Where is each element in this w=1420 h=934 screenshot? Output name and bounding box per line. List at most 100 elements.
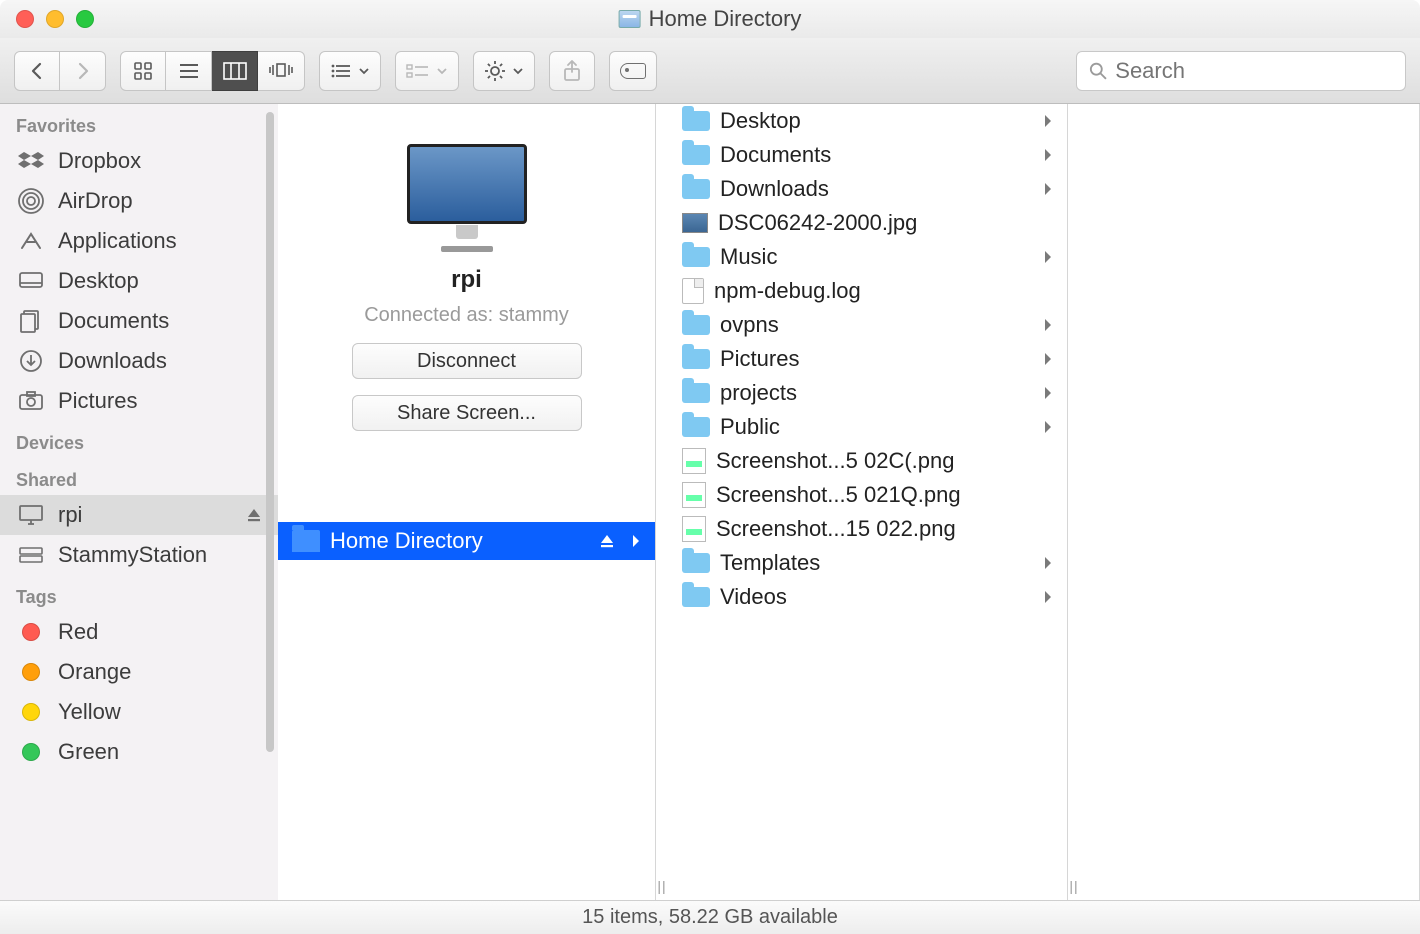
- fullscreen-window-button[interactable]: [76, 10, 94, 28]
- folder-icon: [682, 587, 710, 607]
- sidebar-item-label: Yellow: [58, 699, 121, 725]
- folder-icon: [682, 349, 710, 369]
- file-row[interactable]: ovpns: [668, 308, 1067, 342]
- eject-icon[interactable]: [246, 507, 262, 523]
- search-field[interactable]: [1076, 51, 1406, 91]
- arrow-right-icon: [1043, 250, 1053, 264]
- grid-icon: [133, 61, 153, 81]
- file-row[interactable]: Music: [668, 240, 1067, 274]
- dropbox-icon: [16, 149, 46, 173]
- column-resize-handle[interactable]: ||: [656, 104, 668, 900]
- server-icon: [16, 543, 46, 567]
- file-row[interactable]: projects: [668, 376, 1067, 410]
- disconnect-button-label: Disconnect: [417, 350, 516, 373]
- sidebar-heading-shared: Shared: [0, 458, 278, 495]
- file-row[interactable]: Downloads: [668, 172, 1067, 206]
- files-column: Desktop Documents Downloads DSC06242-2000.j…: [668, 104, 1068, 900]
- search-input[interactable]: [1115, 58, 1393, 84]
- sidebar-item-dropbox[interactable]: Dropbox: [0, 141, 278, 181]
- window-title: Home Directory: [619, 6, 802, 32]
- column-resize-handle[interactable]: ||: [1068, 104, 1080, 900]
- minimize-window-button[interactable]: [46, 10, 64, 28]
- list-icon: [178, 62, 200, 80]
- icon-view-button[interactable]: [120, 51, 166, 91]
- list-view-button[interactable]: [166, 51, 212, 91]
- close-window-button[interactable]: [16, 10, 34, 28]
- sidebar-item-rpi[interactable]: rpi: [0, 495, 278, 535]
- folder-icon: [682, 179, 710, 199]
- tag-dot-icon: [16, 700, 46, 724]
- file-name: Documents: [720, 142, 831, 168]
- sidebar-tag-green[interactable]: Green: [0, 732, 278, 772]
- eject-icon[interactable]: [599, 533, 615, 549]
- sidebar-tag-red[interactable]: Red: [0, 612, 278, 652]
- coverflow-icon: [268, 62, 294, 80]
- disconnect-button[interactable]: Disconnect: [352, 343, 582, 379]
- sidebar-item-applications[interactable]: Applications: [0, 221, 278, 261]
- file-row[interactable]: Pictures: [668, 342, 1067, 376]
- pictures-icon: [16, 389, 46, 413]
- file-row[interactable]: DSC06242-2000.jpg: [668, 206, 1067, 240]
- view-mode-group: [120, 51, 305, 91]
- sidebar-tag-orange[interactable]: Orange: [0, 652, 278, 692]
- file-row[interactable]: Videos: [668, 580, 1067, 614]
- window-controls: [16, 10, 94, 28]
- file-icon: [682, 278, 704, 304]
- file-row[interactable]: Public: [668, 410, 1067, 444]
- main-content: Favorites Dropbox AirDrop Applications D…: [0, 104, 1420, 900]
- sidebar-item-desktop[interactable]: Desktop: [0, 261, 278, 301]
- sidebar-item-documents[interactable]: Documents: [0, 301, 278, 341]
- share-label: Home Directory: [330, 528, 483, 554]
- file-name: projects: [720, 380, 797, 406]
- file-row[interactable]: Screenshot...5 02C(.png: [668, 444, 1067, 478]
- column-view-button[interactable]: [212, 51, 258, 91]
- arrow-right-icon: [1043, 352, 1053, 366]
- file-name: Downloads: [720, 176, 829, 202]
- file-name: Screenshot...5 021Q.png: [716, 482, 961, 508]
- sidebar-tag-yellow[interactable]: Yellow: [0, 692, 278, 732]
- sidebar-item-downloads[interactable]: Downloads: [0, 341, 278, 381]
- group-button[interactable]: [395, 51, 459, 91]
- sidebar-item-label: Desktop: [58, 268, 139, 294]
- share-screen-button[interactable]: Share Screen...: [352, 395, 582, 431]
- arrange-button[interactable]: [319, 51, 381, 91]
- file-row[interactable]: Templates: [668, 546, 1067, 580]
- file-row[interactable]: npm-debug.log: [668, 274, 1067, 308]
- tag-dot-icon: [16, 660, 46, 684]
- share-home-directory[interactable]: Home Directory: [278, 522, 655, 560]
- sidebar-item-stammystation[interactable]: StammyStation: [0, 535, 278, 575]
- tag-dot-icon: [16, 620, 46, 644]
- empty-column: [1080, 104, 1420, 900]
- tags-button[interactable]: [609, 51, 657, 91]
- arrow-right-icon: [1043, 182, 1053, 196]
- chevron-right-icon: [75, 62, 91, 80]
- sidebar-item-label: Downloads: [58, 348, 167, 374]
- share-icon: [562, 60, 582, 82]
- back-button[interactable]: [14, 51, 60, 91]
- file-row[interactable]: Documents: [668, 138, 1067, 172]
- sidebar-item-pictures[interactable]: Pictures: [0, 381, 278, 421]
- sidebar-item-airdrop[interactable]: AirDrop: [0, 181, 278, 221]
- folder-icon: [682, 145, 710, 165]
- chevron-down-icon: [512, 66, 524, 76]
- file-name: DSC06242-2000.jpg: [718, 210, 917, 236]
- file-row[interactable]: Screenshot...15 022.png: [668, 512, 1067, 546]
- file-row[interactable]: Desktop: [668, 104, 1067, 138]
- toolbar: [0, 38, 1420, 104]
- chevron-down-icon: [436, 66, 448, 76]
- sidebar-scrollbar[interactable]: [266, 112, 274, 752]
- search-icon: [1089, 61, 1107, 81]
- arrow-right-icon: [1043, 420, 1053, 434]
- folder-icon: [682, 247, 710, 267]
- forward-button[interactable]: [60, 51, 106, 91]
- sidebar-item-label: Red: [58, 619, 98, 645]
- arrow-right-icon: [1043, 148, 1053, 162]
- image-file-icon: [682, 213, 708, 233]
- file-name: Screenshot...5 02C(.png: [716, 448, 954, 474]
- action-button[interactable]: [473, 51, 535, 91]
- group-icon: [406, 63, 430, 79]
- share-button[interactable]: [549, 51, 595, 91]
- folder-icon: [682, 111, 710, 131]
- file-row[interactable]: Screenshot...5 021Q.png: [668, 478, 1067, 512]
- coverflow-view-button[interactable]: [258, 51, 305, 91]
